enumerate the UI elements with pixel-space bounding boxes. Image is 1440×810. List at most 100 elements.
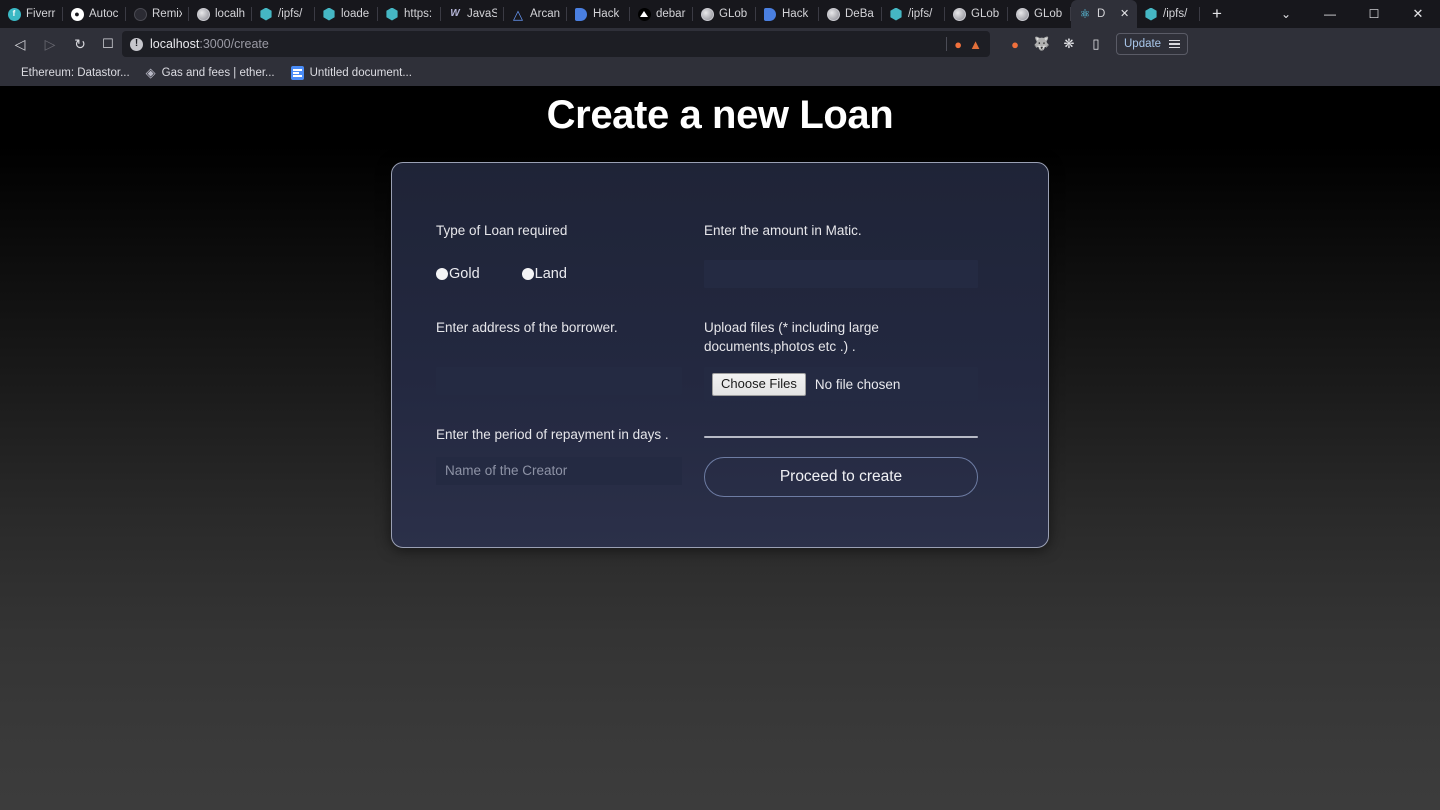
browser-tab[interactable]: localh [189,0,252,28]
browser-tab[interactable]: /ipfs/ [252,0,315,28]
react-icon: ⚛ [1079,7,1091,21]
tab-search-chevron-icon[interactable]: ⌄ [1264,0,1308,28]
browser-tab[interactable]: https: [378,0,441,28]
fiverr-icon: f [7,7,21,21]
browser-tab[interactable]: GLob [693,0,756,28]
globe-icon [700,7,714,21]
update-label: Update [1124,38,1162,50]
browser-tab[interactable]: debar [630,0,693,28]
address-bar[interactable]: ! localhost:3000/create ● ▲ [122,31,990,57]
radio-option-gold[interactable]: Gold [436,266,480,282]
tab-label: Remix [152,8,182,20]
ipfs-icon [259,7,273,21]
tab-label: loade [341,8,370,20]
file-upload-input[interactable]: Choose Files No file chosen [704,367,978,402]
globe-icon [952,7,966,21]
bookmark-item[interactable]: Ethereum: Datastor... [8,65,137,81]
browser-tab[interactable]: f Fiverr [0,0,63,28]
browser-tab[interactable]: Autoc [63,0,126,28]
loan-type-radio-group[interactable]: Gold Land [436,260,682,288]
tab-label: DeBa [845,8,874,20]
browser-tab[interactable]: ⚛ D ✕ [1071,0,1137,28]
browser-tab[interactable]: GLob [945,0,1008,28]
tab-label: Arcan [530,8,560,20]
tab-label: GLob [1034,8,1063,20]
divider [946,37,948,51]
globe-icon [1015,7,1029,21]
tab-label: Autoc [89,8,119,20]
loan-form: Type of Loan required Gold Land Enter th… [436,221,1004,497]
browser-tab[interactable]: GLob [1008,0,1071,28]
tab-label: Hack [782,8,809,20]
browser-tab[interactable]: DeBa [819,0,882,28]
repayment-period-input[interactable] [436,456,682,485]
w3schools-icon: W [450,8,460,19]
loan-type-label: Type of Loan required [436,223,568,238]
address-bar-url: localhost:3000/create [150,37,269,51]
update-button[interactable]: Update [1116,33,1189,55]
minimize-icon[interactable]: — [1308,0,1352,28]
ipfs-icon [889,7,903,21]
choose-files-button[interactable]: Choose Files [712,373,806,396]
tab-label: GLob [971,8,1000,20]
bookmark-label: Ethereum: Datastor... [21,67,130,79]
ipfs-icon [385,7,399,21]
site-info-icon[interactable]: ! [130,37,143,51]
extensions-tray: ● 🐺 ❋ ▯ [1006,35,1105,53]
bookmark-item[interactable]: ◈ Gas and fees | ether... [139,62,282,84]
amount-input[interactable] [704,260,978,289]
bookmark-icon[interactable]: ☐ [96,36,120,52]
new-tab-button[interactable]: + [1200,0,1234,28]
tab-label: /ipfs/ [908,8,933,20]
form-divider [704,425,978,448]
vercel-icon [637,7,651,21]
url-path: :3000/create [199,37,269,51]
browser-tab[interactable]: /ipfs/ [882,0,945,28]
tab-label: Fiverr [26,8,56,20]
borrower-address-input[interactable] [436,367,682,396]
globe-icon [826,7,840,21]
reload-icon[interactable]: ↻ [66,31,94,57]
forward-icon[interactable]: ▷ [36,31,64,57]
maximize-icon[interactable]: ☐ [1352,0,1396,28]
submit-row: Proceed to create [704,456,978,497]
tab-label: JavaS [467,8,497,20]
wallet-icon[interactable]: ▯ [1087,35,1105,53]
bookmark-item[interactable]: Untitled document... [284,64,419,82]
browser-tab[interactable]: W JavaS [441,0,504,28]
browser-tab[interactable]: loade [315,0,378,28]
proceed-to-create-button[interactable]: Proceed to create [704,456,978,497]
radio-dot-icon[interactable] [521,268,534,281]
brave-triangle-icon[interactable]: ▲ [969,37,982,52]
browser-tab[interactable]: Hack [567,0,630,28]
brave-rewards-icon[interactable]: ● [1006,35,1024,53]
window-controls: ⌄ — ☐ ✕ [1264,0,1440,28]
upload-files-label: Upload files (* including large document… [704,320,879,355]
tab-strip: f Fiverr Autoc Remix localh/ipfs/loade https:… [0,0,1440,28]
metamask-icon[interactable]: 🐺 [1033,35,1051,53]
bookmarks-bar: Ethereum: Datastor... ◈ Gas and fees | eth… [0,60,1440,86]
close-icon[interactable]: ✕ [1396,0,1440,28]
browser-tab[interactable]: Hack [756,0,819,28]
extensions-puzzle-icon[interactable]: ❋ [1060,35,1078,53]
back-icon[interactable]: ◁ [6,31,34,57]
bookmark-label: Gas and fees | ether... [161,67,275,79]
tab-label: D [1097,8,1106,20]
browser-tab[interactable]: /ipfs/ [1137,0,1200,28]
browser-tab[interactable]: △ Arcan [504,0,567,28]
browser-tab[interactable]: Remix [126,0,189,28]
tab-label: localh [215,8,245,20]
radio-dot-icon[interactable] [436,268,448,281]
no-file-chosen-text: No file chosen [814,376,901,392]
page-title: Create a new Loan [546,93,894,137]
brave-shields-icon[interactable]: ● [954,37,962,52]
tab-close-icon[interactable]: ✕ [1120,8,1130,20]
menu-icon[interactable] [1169,39,1181,49]
tab-label: Hack [593,8,620,20]
bookmark-label: Untitled document... [309,67,412,79]
hackerearth-icon [574,7,588,21]
repayment-period-label: Enter the period of repayment in days . [436,427,669,443]
hackerearth-icon [763,7,777,21]
radio-option-land[interactable]: Land [521,266,567,282]
navigation-toolbar: ◁ ▷ ↻ ☐ ! localhost:3000/create ● ▲ ● 🐺 … [0,28,1440,60]
